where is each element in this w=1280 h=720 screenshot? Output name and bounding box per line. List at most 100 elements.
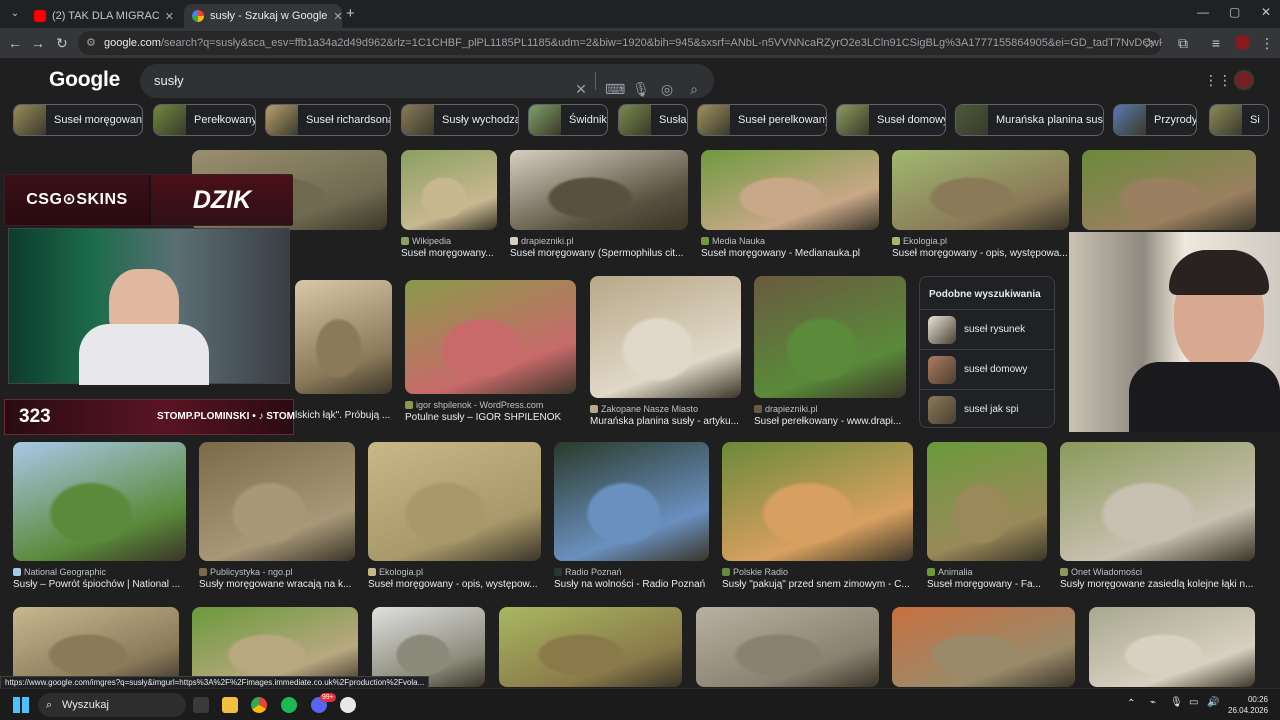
related-chip[interactable]: Suseł perelkowany [697, 104, 827, 136]
related-search-item[interactable]: suseł jak spi [920, 389, 1054, 429]
result-title[interactable]: Murańska planina susły - artyku... [590, 416, 745, 427]
result-source[interactable]: Ekologia.pl [368, 567, 423, 577]
related-chip[interactable]: Suseł moręgowany [13, 104, 143, 136]
related-chip[interactable]: Suseł domowy [836, 104, 946, 136]
result-source-label: National Geographic [24, 567, 107, 577]
result-title[interactable]: lskich łąk". Próbują ... [295, 410, 396, 421]
stream-sponsor-banner: CSG⊙SKINS DZIK [4, 174, 293, 226]
camera-lens-icon[interactable]: ◎ [658, 72, 676, 106]
back-button[interactable]: ← [6, 34, 24, 52]
result-source[interactable]: Wikipedia [401, 236, 451, 246]
app-icon[interactable] [340, 697, 356, 713]
second-webcam [1069, 232, 1280, 432]
apps-grid-icon[interactable]: ⋮⋮ [1204, 72, 1232, 89]
result-source[interactable]: igor shpilenok - WordPress.com [405, 400, 543, 410]
windows-start-icon[interactable] [13, 697, 29, 713]
profile-avatar[interactable] [1235, 35, 1250, 50]
result-image [13, 607, 179, 687]
related-chip[interactable]: Perełkowany [153, 104, 256, 136]
tab-youtube[interactable]: (2) TAK DLA MIGRACJI, NIE DLA ✕ [26, 4, 182, 28]
related-chip[interactable]: Świdnik [528, 104, 608, 136]
bookmark-star-icon[interactable]: ☆ [1140, 34, 1158, 52]
tray-chevron-icon[interactable]: ⌃ [1127, 698, 1135, 709]
site-info-icon[interactable]: ⚙ [86, 31, 96, 55]
result-source[interactable]: Radio Poznań [554, 567, 622, 577]
reading-list-icon[interactable]: ≡ [1207, 34, 1225, 52]
result-source[interactable]: Zakopane Nasze Miasto [590, 404, 698, 414]
microphone-icon[interactable]: 🎙 [1170, 697, 1183, 708]
related-search-item[interactable]: suseł rysunek [920, 309, 1054, 349]
result-title[interactable]: Suseł moręgowany - opis, występowa... [892, 248, 1073, 259]
account-avatar[interactable] [1234, 70, 1254, 90]
result-source[interactable]: drapiezniki.pl [510, 236, 574, 246]
chip-label: Świdnik [569, 114, 607, 126]
related-chip[interactable]: Susła [618, 104, 688, 136]
extensions-icon[interactable]: ⧉ [1174, 34, 1192, 52]
taskbar-clock[interactable]: 00:26 26.04.2026 [1228, 694, 1268, 716]
network-icon[interactable]: ⌁ [1150, 697, 1156, 708]
google-logo[interactable]: Google [49, 68, 120, 92]
microphone-icon[interactable]: 🎙 [632, 72, 650, 106]
result-title[interactable]: Suseł moręgowany - Fa... [927, 579, 1051, 590]
result-title[interactable]: Susły moręgowane wracają na k... [199, 579, 359, 590]
result-source-label: Zakopane Nasze Miasto [601, 404, 699, 414]
browser-toolbar: ← → ↻ ⚙ google.com/search?q=susły&sca_es… [0, 28, 1280, 58]
file-explorer-icon[interactable] [222, 697, 238, 713]
related-chip[interactable]: Susły wychodzą [401, 104, 519, 136]
result-title[interactable]: Suseł moręgowany... [401, 248, 501, 259]
favicon-icon [405, 401, 413, 409]
result-title[interactable]: Suseł perełkowany - www.drapi... [754, 416, 910, 427]
minimize-button[interactable]: — [1197, 5, 1209, 19]
keyboard-icon[interactable]: ⌨ [605, 72, 625, 106]
related-search-item[interactable]: suseł domowy [920, 349, 1054, 389]
address-bar[interactable]: ⚙ google.com/search?q=susły&sca_esv=ffb1… [78, 31, 1162, 55]
volume-icon[interactable]: 🔊 [1207, 697, 1219, 708]
tab-google-search[interactable]: susły - Szukaj w Google ✕ [184, 4, 342, 28]
menu-icon[interactable]: ⋮ [1258, 34, 1276, 52]
result-source[interactable]: Publicystyka - ngo.pl [199, 567, 293, 577]
close-icon[interactable]: ✕ [159, 10, 174, 23]
result-title[interactable]: Potulne susły – IGOR SHPILENOK [405, 412, 580, 423]
result-source[interactable]: Polskie Radio [722, 567, 788, 577]
close-icon[interactable]: ✕ [327, 10, 342, 23]
result-title[interactable]: Suseł moręgowany - opis, występow... [368, 579, 545, 590]
result-source[interactable]: Animalia [927, 567, 973, 577]
result-title[interactable]: Suseł moręgowany (Spermophilus cit... [510, 248, 692, 259]
related-chip[interactable]: Si [1209, 104, 1269, 136]
result-source[interactable]: Onet Wiadomości [1060, 567, 1142, 577]
reload-button[interactable]: ↻ [53, 34, 71, 52]
spotify-icon[interactable] [281, 697, 297, 713]
result-source[interactable]: Ekologia.pl [892, 236, 947, 246]
chrome-icon[interactable] [251, 697, 267, 713]
result-title[interactable]: Susły – Powrót śpiochów | National ... [13, 579, 190, 590]
result-title[interactable]: Susły "pakują" przed snem zimowym - C... [722, 579, 917, 590]
result-source-label: Onet Wiadomości [1071, 567, 1143, 577]
new-tab-button[interactable]: + [346, 5, 355, 22]
result-source[interactable]: drapiezniki.pl [754, 404, 818, 414]
chip-label: Murańska planina susły [996, 114, 1104, 126]
maximize-button[interactable]: ▢ [1229, 5, 1240, 19]
search-icon[interactable]: ⌕ [685, 72, 703, 106]
task-view-icon[interactable] [193, 697, 209, 713]
result-title[interactable]: Susły na wolności - Radio Poznań [554, 579, 713, 590]
clear-icon[interactable]: ✕ [572, 72, 590, 106]
related-chip[interactable]: Suseł richardsona [265, 104, 391, 136]
result-source[interactable]: Media Nauka [701, 236, 765, 246]
taskbar-search[interactable]: ⌕ Wyszukaj [38, 693, 186, 717]
result-image [1089, 607, 1255, 687]
result-title[interactable]: Susły moręgowane zasiedlą kolejne łąki n… [1060, 579, 1259, 590]
result-image [192, 607, 358, 687]
search-input[interactable]: susły ✕ ⌨ 🎙 ◎ ⌕ [140, 64, 714, 98]
forward-button[interactable]: → [29, 34, 47, 52]
related-chip[interactable]: Przyrody [1113, 104, 1197, 136]
related-search-label: suseł domowy [964, 364, 1028, 375]
result-title[interactable]: Suseł moręgowany - Medianauka.pl [701, 248, 883, 259]
display-icon[interactable]: ▭ [1189, 697, 1198, 708]
close-window-button[interactable]: ✕ [1261, 5, 1271, 19]
result-source-label: Publicystyka - ngo.pl [210, 567, 293, 577]
related-search-label: suseł jak spi [964, 404, 1019, 415]
result-image [1060, 442, 1255, 561]
tab-search-button[interactable]: ⌄ [7, 6, 23, 22]
related-chip[interactable]: Murańska planina susły [955, 104, 1104, 136]
result-source[interactable]: National Geographic [13, 567, 106, 577]
